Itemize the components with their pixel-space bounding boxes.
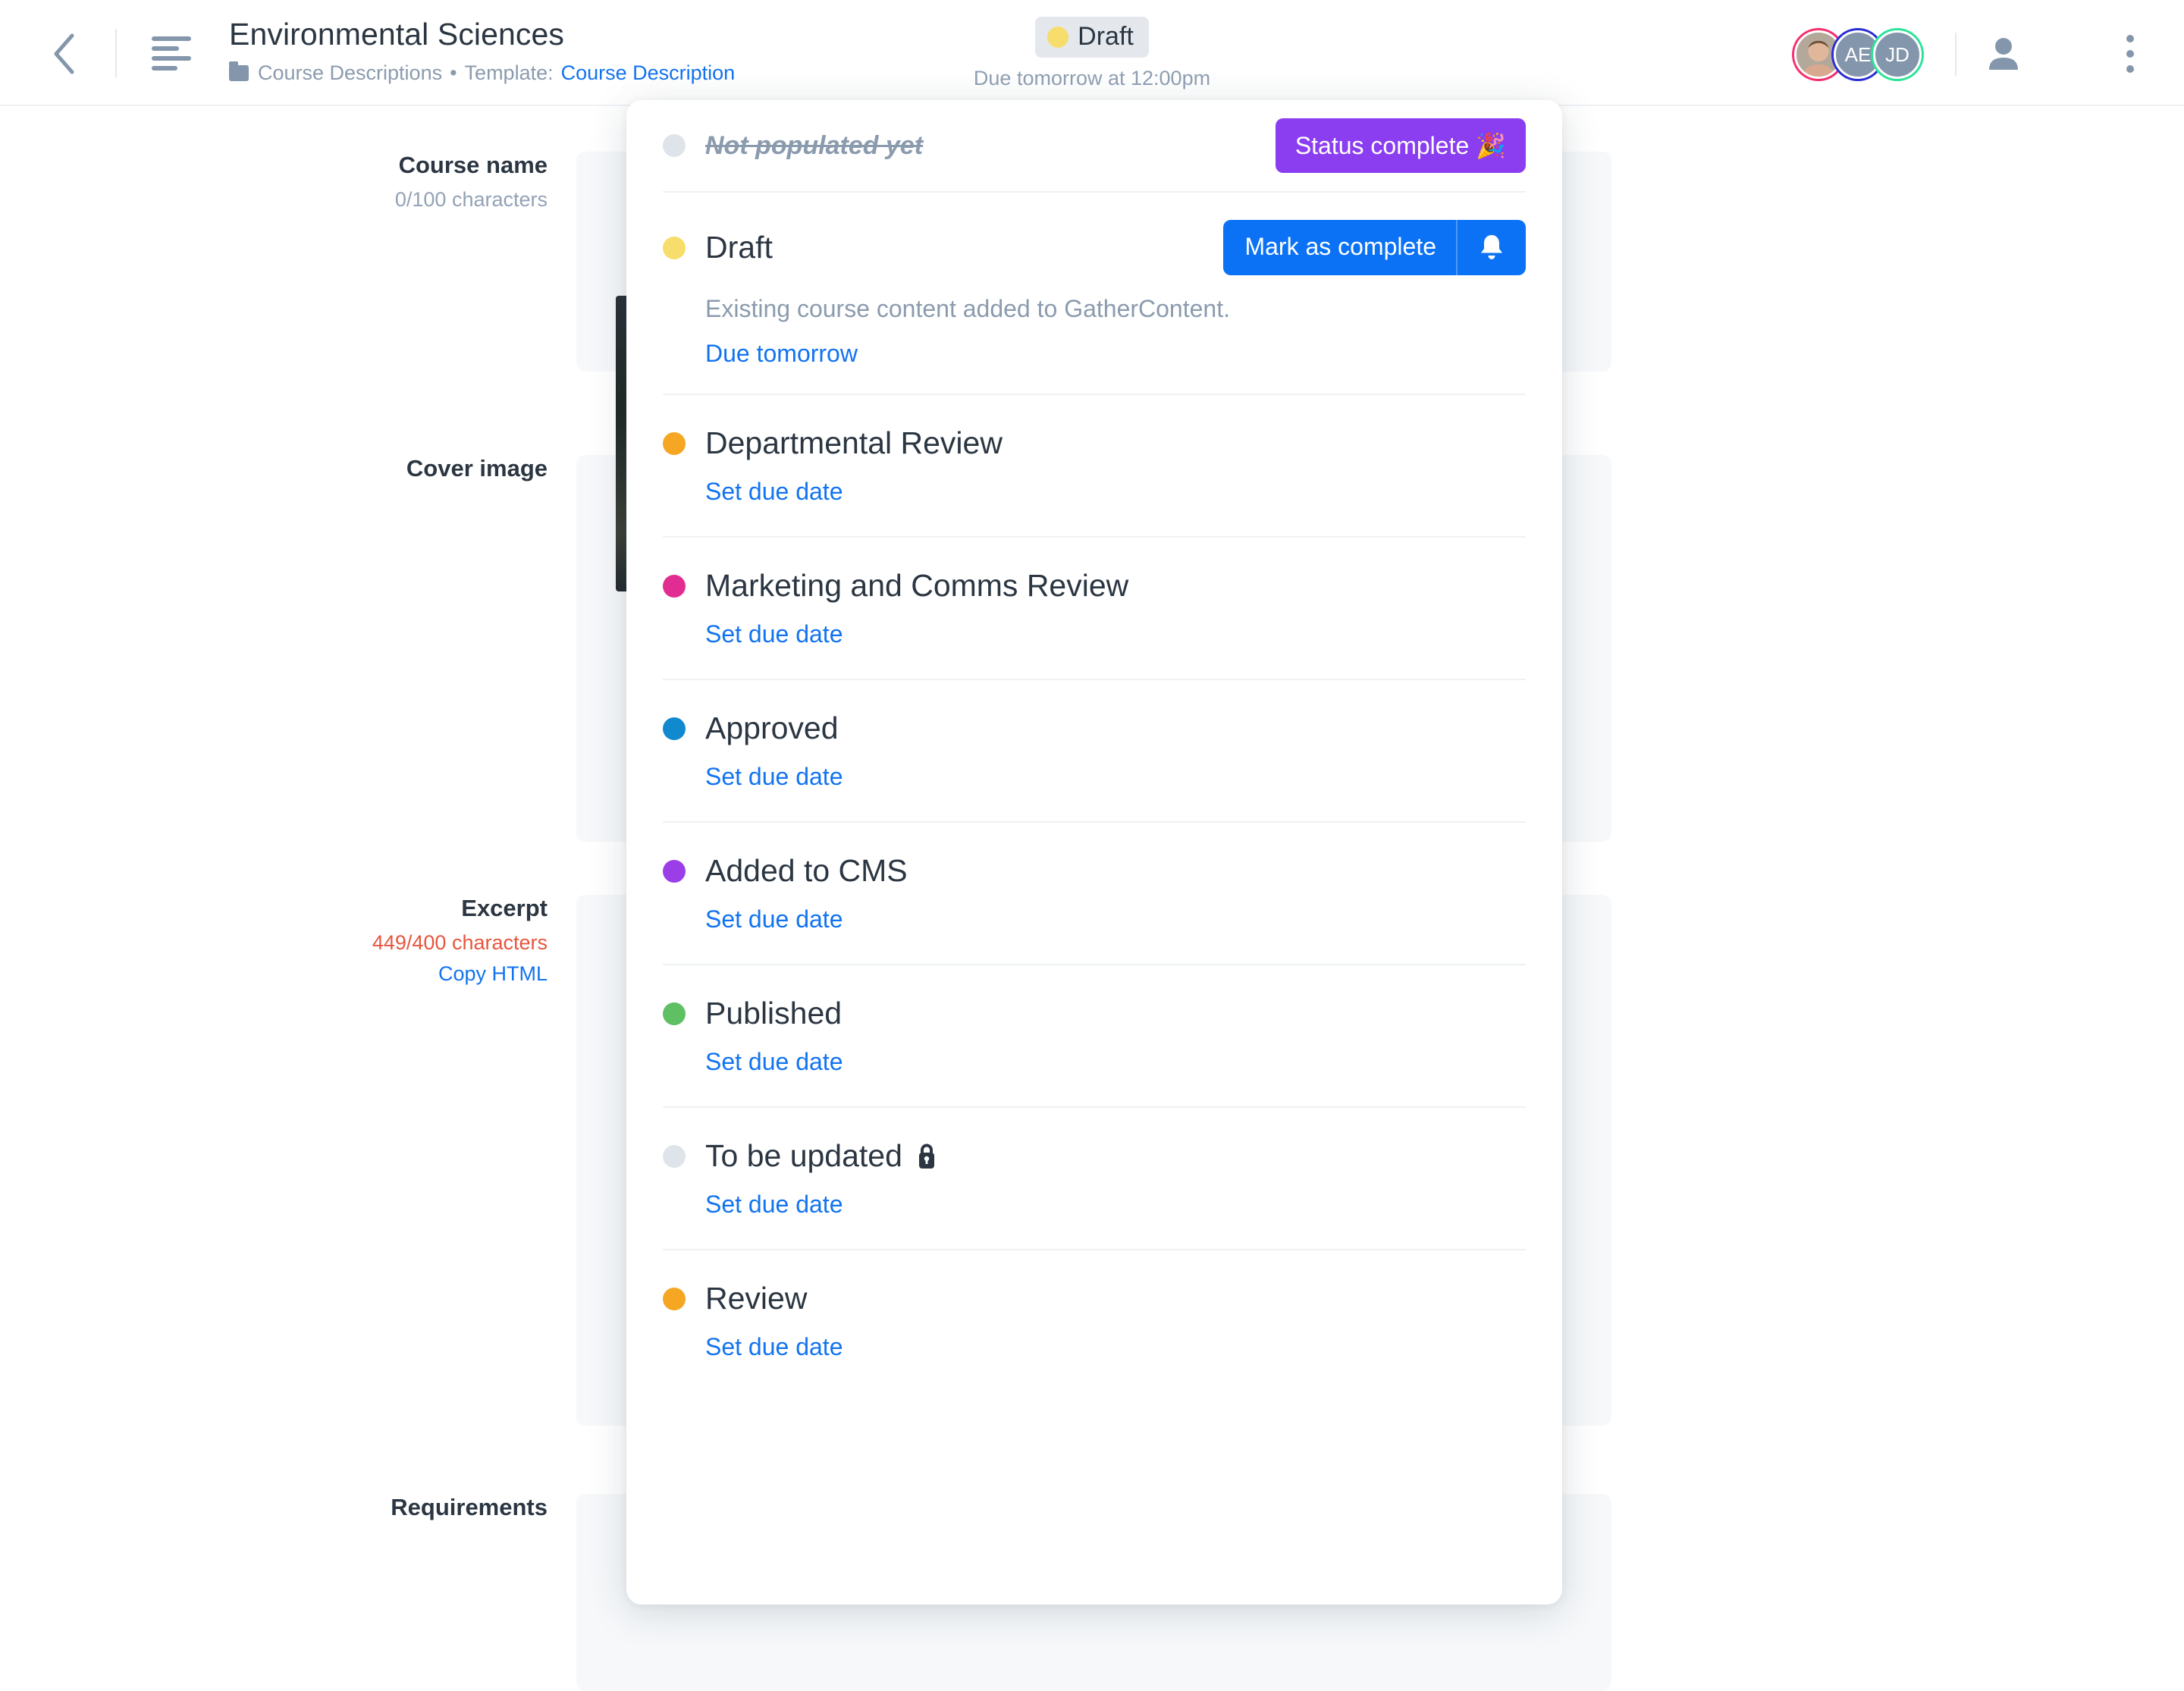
bell-glyph — [1481, 234, 1502, 259]
not-populated-label: Not populated yet — [705, 130, 924, 160]
not-populated-row: Not populated yet Status complete 🎉 — [626, 100, 1562, 191]
set-due-date-link[interactable]: Set due date — [705, 763, 843, 791]
set-due-date-link[interactable]: Set due date — [705, 1191, 843, 1219]
status-list-item[interactable]: Published Set due date — [626, 965, 1562, 1106]
status-item-name: To be updated — [705, 1138, 902, 1173]
due-date-text: Due tomorrow at 12:00pm — [973, 67, 1211, 89]
status-item-head: Approved — [663, 711, 1526, 746]
page-title: Environmental Sciences — [229, 17, 565, 52]
header-divider — [115, 29, 117, 77]
breadcrumb-template-link[interactable]: Course Description — [561, 61, 736, 85]
status-dot — [663, 574, 686, 598]
field-label: Requirements — [391, 1494, 548, 1520]
field-label-col: Excerpt 449/400 characters Copy HTML — [0, 895, 576, 1426]
field-counter: 449/400 characters — [372, 931, 548, 954]
current-status-head: Draft Mark as complete — [663, 220, 1526, 275]
status-chip[interactable]: Draft — [1035, 17, 1149, 58]
set-due-date-link[interactable]: Set due date — [705, 905, 843, 933]
status-dot — [663, 431, 686, 455]
lock-icon — [916, 1143, 937, 1170]
header-divider-2 — [1955, 33, 1956, 77]
status-complete-button[interactable]: Status complete 🎉 — [1275, 118, 1526, 173]
lock-glyph — [918, 1144, 934, 1169]
status-item-head: Added to CMS — [663, 853, 1526, 889]
status-item-name: Marketing and Comms Review — [705, 568, 1129, 603]
set-due-date-link[interactable]: Set due date — [705, 1048, 843, 1076]
document-outline-icon[interactable] — [152, 36, 194, 71]
set-due-date-link[interactable]: Set due date — [705, 478, 843, 506]
status-list-item[interactable]: Review Set due date — [626, 1250, 1562, 1391]
status-chip-label: Draft — [1078, 22, 1134, 51]
status-list-item[interactable]: Approved Set due date — [626, 680, 1562, 821]
status-dot — [663, 1287, 686, 1310]
workflow-status-popover: Not populated yet Status complete 🎉 Draf… — [626, 100, 1562, 1605]
field-label: Course name — [398, 152, 548, 178]
status-item-head: Departmental Review — [663, 425, 1526, 461]
title-block: Environmental Sciences Course Descriptio… — [229, 17, 735, 85]
status-item-name: Review — [705, 1281, 808, 1316]
current-status-description: Existing course content added to GatherC… — [705, 295, 1230, 322]
status-item-name: Added to CMS — [705, 853, 908, 888]
field-label-col: Cover image — [0, 455, 576, 842]
field-label: Excerpt — [461, 895, 548, 921]
avatar-group: AE JD — [1794, 30, 2020, 79]
status-list-item[interactable]: Marketing and Comms Review Set due date — [626, 538, 1562, 679]
breadcrumb-template-label: Template: — [464, 61, 554, 84]
chevron-left-icon — [54, 33, 74, 74]
app-header: Environmental Sciences Course Descriptio… — [0, 0, 2184, 106]
field-label: Cover image — [406, 455, 548, 482]
status-item-name: Published — [705, 996, 843, 1031]
field-label-col: Requirements — [0, 1494, 576, 1691]
breadcrumb-separator: • — [450, 61, 457, 84]
breadcrumb: Course Descriptions • Template: Course D… — [229, 61, 735, 85]
mark-as-complete-label: Mark as complete — [1244, 233, 1436, 260]
bell-icon[interactable] — [1458, 220, 1526, 275]
current-status-name: Draft — [705, 230, 773, 265]
mark-as-complete-button[interactable]: Mark as complete — [1223, 220, 1526, 275]
breadcrumb-folder[interactable]: Course Descriptions — [258, 61, 442, 85]
header-status-area: Draft Due tomorrow at 12:00pm — [963, 17, 1221, 90]
status-dot — [663, 859, 686, 883]
avatar-initials: AE — [1844, 42, 1872, 66]
field-counter: 0/100 characters — [394, 188, 548, 211]
status-list-item[interactable]: To be updated Set due date — [626, 1108, 1562, 1249]
status-dot — [663, 134, 686, 157]
status-dot — [663, 1002, 686, 1025]
status-dot — [663, 717, 686, 740]
status-list-item[interactable]: Departmental Review Set due date — [626, 395, 1562, 536]
set-due-date-link[interactable]: Set due date — [705, 1333, 843, 1361]
status-chip-dot — [1047, 26, 1069, 48]
person-icon[interactable] — [1987, 35, 2020, 75]
person-glyph — [1989, 37, 2018, 70]
status-list-item[interactable]: Added to CMS Set due date — [626, 823, 1562, 964]
status-dot — [663, 236, 686, 259]
status-dot — [663, 1144, 686, 1168]
current-status-row: Draft Mark as complete Existing course c… — [626, 193, 1562, 394]
vertical-dots-icon[interactable] — [2126, 35, 2134, 80]
folder-icon — [229, 61, 249, 81]
status-item-name: Departmental Review — [705, 425, 1003, 460]
status-item-head: To be updated — [663, 1138, 1526, 1174]
back-button[interactable] — [39, 29, 89, 79]
set-due-date-link[interactable]: Set due date — [705, 620, 843, 648]
status-item-head: Review — [663, 1281, 1526, 1316]
status-item-head: Published — [663, 996, 1526, 1031]
avatar-initials: JD — [1885, 42, 1909, 66]
field-label-col: Course name 0/100 characters — [0, 152, 576, 372]
avatar[interactable]: JD — [1873, 30, 1922, 79]
copy-html-link[interactable]: Copy HTML — [0, 962, 548, 986]
status-item-name: Approved — [705, 711, 839, 745]
current-status-due-link[interactable]: Due tomorrow — [705, 340, 858, 368]
status-item-head: Marketing and Comms Review — [663, 568, 1526, 604]
